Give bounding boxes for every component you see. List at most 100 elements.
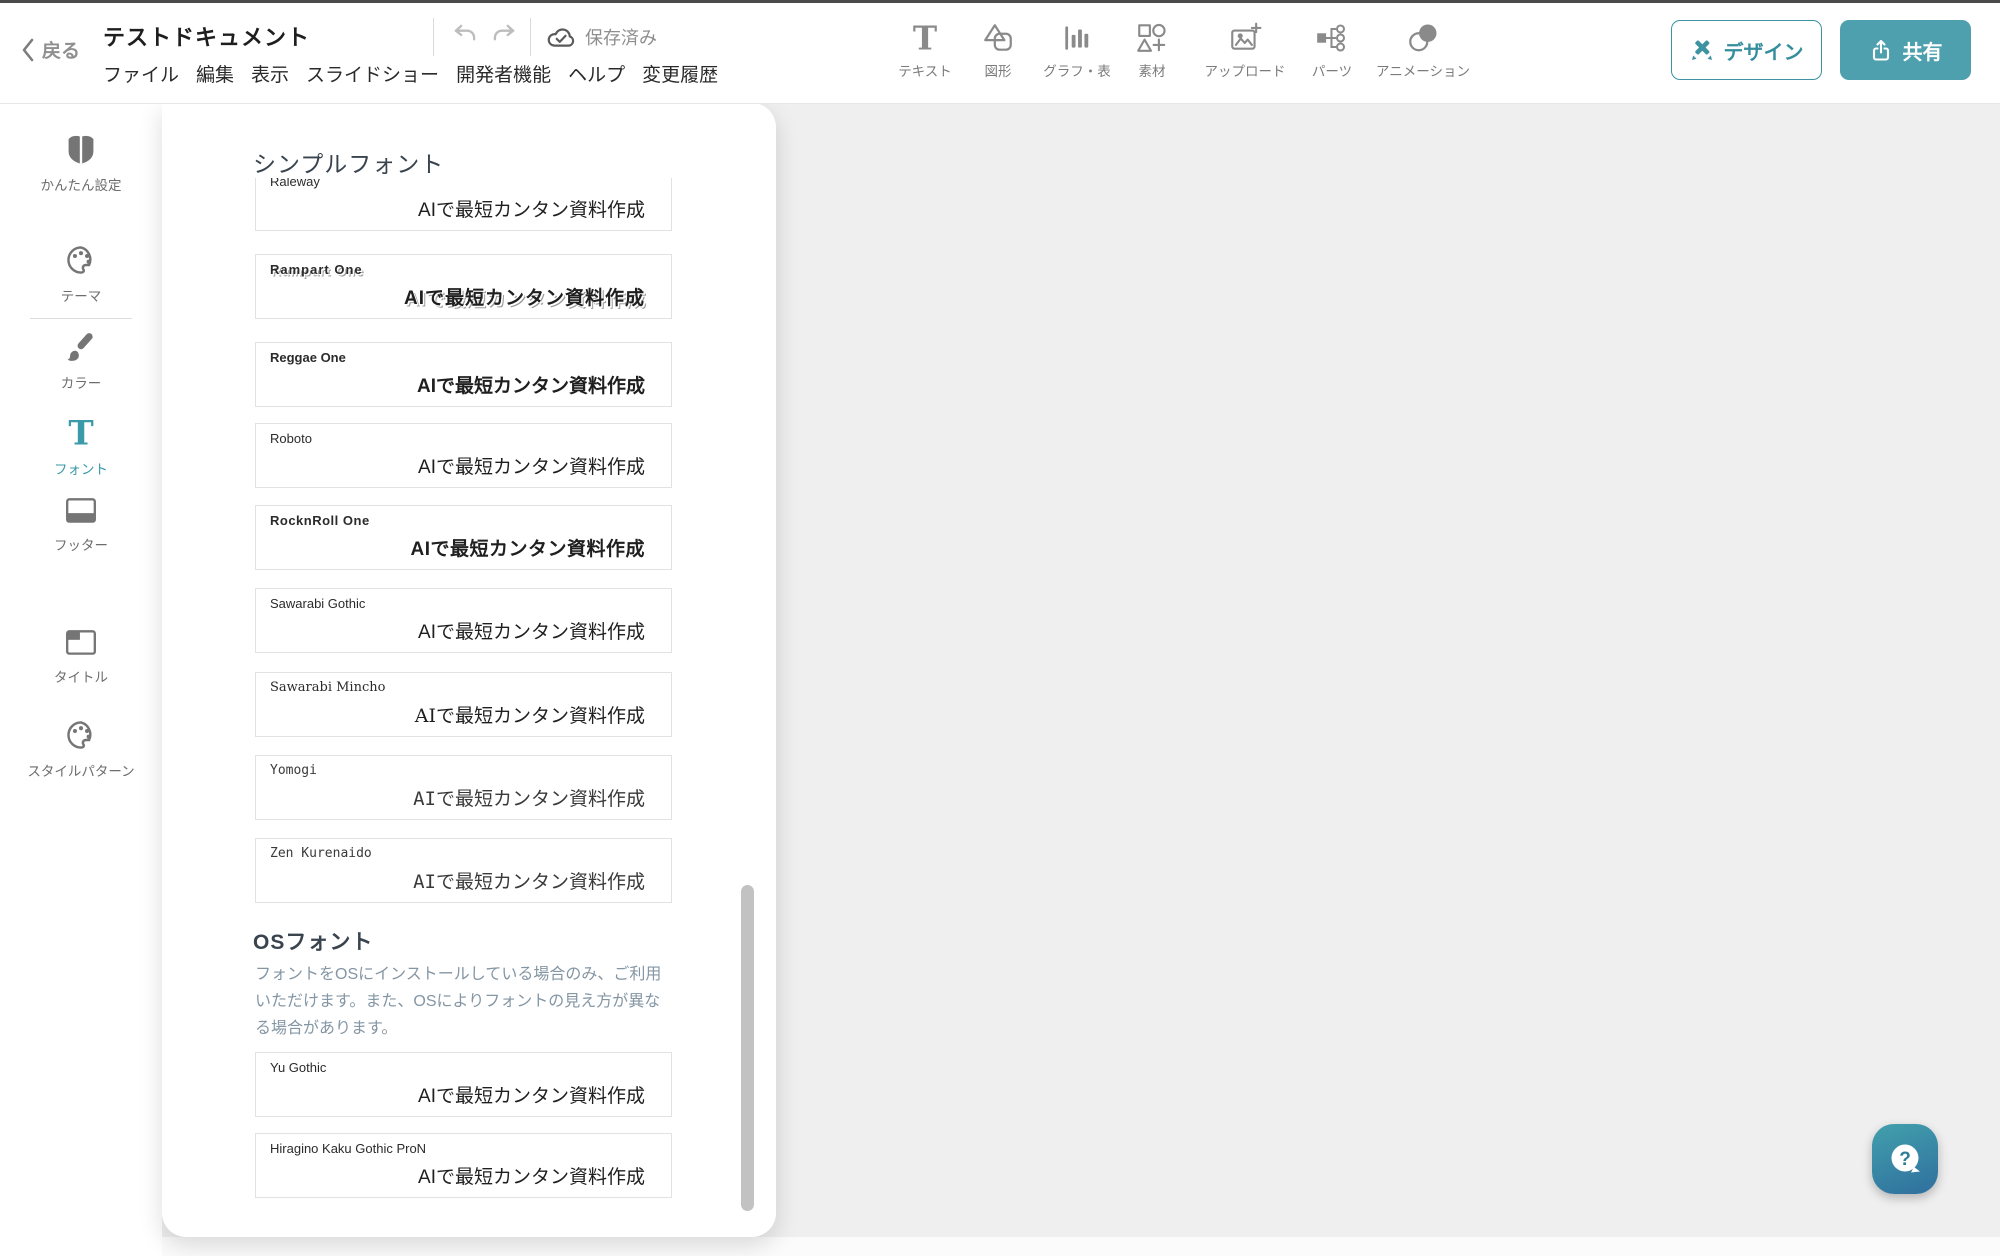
font-name: Roboto (270, 431, 312, 446)
sidebar-item-title[interactable]: タイトル (0, 628, 162, 686)
redo-button[interactable] (489, 20, 519, 50)
font-option-reggae-one[interactable]: Reggae One AIで最短カンタン資料作成 (255, 342, 672, 407)
chevron-left-icon (20, 37, 36, 63)
font-settings-panel: シンプルフォント Raleway AIで最短カンタン資料作成 Rampart O… (162, 103, 776, 1237)
toolbar-shapes-button[interactable]: 図形 (962, 18, 1034, 80)
font-option-hiragino[interactable]: Hiragino Kaku Gothic ProN AIで最短カンタン資料作成 (255, 1133, 672, 1198)
font-list-scroll-area[interactable]: Raleway AIで最短カンタン資料作成 Rampart One AIで最短カ… (162, 178, 776, 1237)
menu-view[interactable]: 表示 (251, 60, 289, 87)
animation-icon (1360, 18, 1486, 58)
font-option-sawarabi-mincho[interactable]: Sawarabi Mincho AIで最短カンタン資料作成 (255, 672, 672, 737)
sidebar-divider (30, 318, 132, 319)
share-button[interactable]: 共有 (1840, 20, 1971, 80)
menu-help[interactable]: ヘルプ (568, 60, 625, 87)
font-sample: AIで最短カンタン資料作成 (404, 283, 645, 310)
sidebar-item-theme[interactable]: テーマ (0, 243, 162, 305)
help-bubble-icon: ? (1885, 1139, 1925, 1179)
font-sample: AIで最短カンタン資料作成 (413, 867, 645, 894)
undo-icon (450, 20, 480, 50)
sidebar-item-color[interactable]: カラー (0, 330, 162, 392)
window-top-edge (0, 0, 2000, 3)
divider (433, 18, 434, 56)
beginner-mark-icon (65, 133, 97, 166)
font-option-rocknroll-one[interactable]: RocknRoll One AIで最短カンタン資料作成 (255, 505, 672, 570)
sidebar-item-font[interactable]: T フォント (0, 416, 162, 478)
cloud-check-icon (546, 25, 576, 49)
font-option-roboto[interactable]: Roboto AIで最短カンタン資料作成 (255, 423, 672, 488)
os-fonts-heading: OSフォント (253, 926, 373, 956)
sidebar-item-footer[interactable]: フッター (0, 496, 162, 554)
toolbar-upload-button[interactable]: アップロード (1192, 18, 1298, 80)
font-sample: AIで最短カンタン資料作成 (410, 534, 645, 561)
menu-edit[interactable]: 編集 (196, 60, 234, 87)
font-icon: T (64, 416, 98, 450)
toolbar-chart-button[interactable]: グラフ・表 (1030, 18, 1124, 80)
back-button[interactable]: 戻る (20, 36, 80, 63)
back-label: 戻る (42, 36, 80, 63)
menu-slideshow[interactable]: スライドショー (306, 60, 439, 87)
app-window: 戻る テストドキュメント ファイル 編集 表示 スライドショー 開発者機能 ヘル… (0, 0, 2000, 1256)
design-tools-icon (1690, 38, 1714, 62)
toolbar-parts-button[interactable]: パーツ (1296, 18, 1368, 80)
menu-history[interactable]: 変更履歴 (642, 60, 718, 87)
font-name: Reggae One (270, 350, 346, 365)
menu-developer[interactable]: 開発者機能 (456, 60, 551, 87)
font-option-yu-gothic[interactable]: Yu Gothic AIで最短カンタン資料作成 (255, 1052, 672, 1117)
save-status: 保存済み (546, 24, 657, 50)
design-label: デザイン (1724, 36, 1804, 65)
sidebar-item-easy-setup[interactable]: かんたん設定 (0, 133, 162, 194)
parts-icon (1296, 18, 1368, 58)
os-fonts-note: フォントをOSにインストールしている場合のみ、ご利用 いただけます。また、OSに… (255, 961, 685, 1042)
menu-bar: ファイル 編集 表示 スライドショー 開発者機能 ヘルプ 変更履歴 (103, 60, 718, 87)
font-name: Hiragino Kaku Gothic ProN (270, 1141, 426, 1156)
panel-scrollbar[interactable] (741, 885, 754, 1211)
save-status-label: 保存済み (585, 24, 657, 50)
font-name: Yomogi (270, 763, 317, 778)
font-name: Rampart One (270, 262, 363, 277)
font-sample: AIで最短カンタン資料作成 (418, 452, 645, 479)
menu-file[interactable]: ファイル (103, 60, 179, 87)
redo-icon (489, 20, 519, 50)
font-sample: AIで最短カンタン資料作成 (418, 1081, 645, 1108)
top-bar: 戻る テストドキュメント ファイル 編集 表示 スライドショー 開発者機能 ヘル… (0, 0, 2000, 104)
toolbar-text-button[interactable]: T テキスト (885, 18, 965, 80)
font-option-zen-kurenaido[interactable]: Zen Kurenaido AIで最短カンタン資料作成 (255, 838, 672, 903)
font-name: RocknRoll One (270, 513, 370, 528)
undo-button[interactable] (450, 20, 480, 50)
svg-text:T: T (68, 416, 93, 450)
font-option-yomogi[interactable]: Yomogi AIで最短カンタン資料作成 (255, 755, 672, 820)
document-title[interactable]: テストドキュメント (103, 20, 310, 52)
shapes-icon (962, 18, 1034, 58)
font-sample: AIで最短カンタン資料作成 (413, 784, 645, 811)
toolbar-material-button[interactable]: 素材 (1116, 18, 1188, 80)
design-button[interactable]: デザイン (1671, 20, 1822, 80)
share-label: 共有 (1903, 36, 1943, 65)
brush-icon (64, 330, 98, 364)
material-shapes-icon (1116, 18, 1188, 58)
divider (530, 18, 531, 56)
font-sample: AIで最短カンタン資料作成 (415, 701, 645, 728)
bar-chart-icon (1030, 18, 1124, 58)
font-sample: AIで最短カンタン資料作成 (418, 617, 645, 644)
title-layout-icon (64, 628, 98, 658)
toolbar-animation-button[interactable]: アニメーション (1360, 18, 1486, 80)
font-sample: AIで最短カンタン資料作成 (417, 371, 645, 398)
svg-text:?: ? (1899, 1149, 1911, 1170)
font-name: Yu Gothic (270, 1060, 326, 1075)
font-option-rampart-one[interactable]: Rampart One AIで最短カンタン資料作成 (255, 254, 672, 319)
help-button[interactable]: ? (1872, 1124, 1938, 1194)
image-upload-icon (1192, 18, 1298, 58)
text-icon: T (885, 18, 965, 58)
sidebar-item-style-pattern[interactable]: スタイルパターン (0, 718, 162, 780)
font-name: Sawarabi Gothic (270, 596, 365, 611)
svg-text:T: T (913, 20, 937, 56)
bottom-strip (0, 1237, 2000, 1256)
font-name: Zen Kurenaido (270, 846, 372, 861)
font-name: Raleway (270, 178, 320, 189)
settings-sidebar: かんたん設定 テーマ カラー T フォント フッター タイトル スタイルパターン (0, 103, 162, 1256)
simple-fonts-heading: シンプルフォント (253, 145, 444, 179)
font-name: Sawarabi Mincho (270, 680, 385, 695)
font-option-sawarabi-gothic[interactable]: Sawarabi Gothic AIで最短カンタン資料作成 (255, 588, 672, 653)
font-sample: AIで最短カンタン資料作成 (418, 1162, 645, 1189)
font-option-raleway[interactable]: Raleway AIで最短カンタン資料作成 (255, 178, 672, 231)
